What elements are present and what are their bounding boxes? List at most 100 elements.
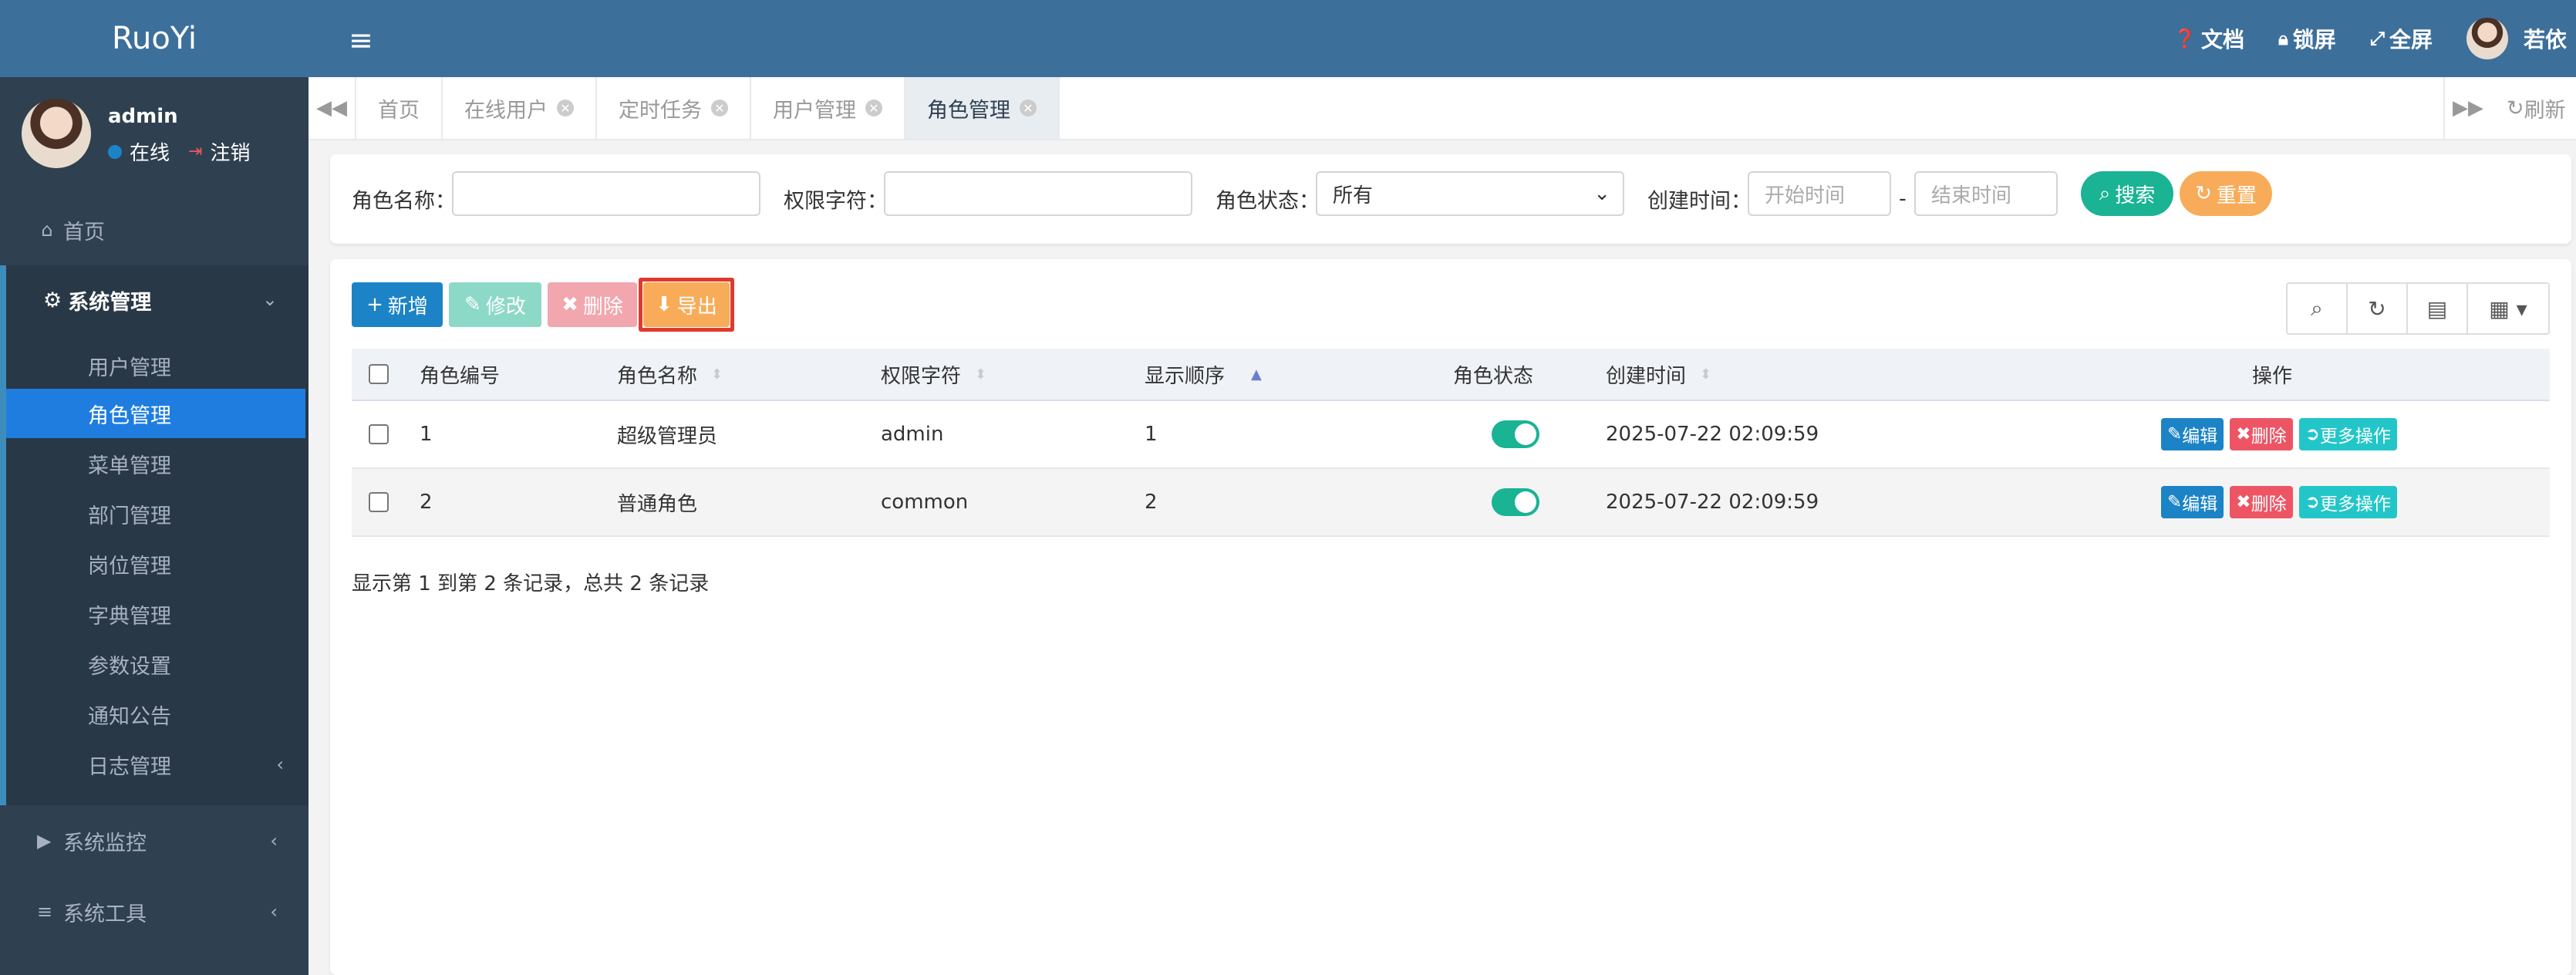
tabs-scroll-right-icon[interactable]: ▶▶ [2443,77,2491,139]
edit-button[interactable]: ✎ 修改 [449,282,541,327]
role-status-select[interactable]: 所有 ⌄ [1316,171,1624,216]
sidebar-item-config[interactable]: 参数设置 [6,639,309,689]
sidebar-item-depts[interactable]: 部门管理 [6,489,309,538]
tab-home[interactable]: 首页 [356,77,443,139]
select-all-checkbox[interactable] [369,349,389,400]
cell-role-id: 2 [420,491,433,514]
table-row[interactable]: 2 普通角色 common 2 2025-07-22 02:09:59 ✎ 编辑 … [352,469,2550,537]
refresh-table-icon[interactable]: ↻ [2348,284,2408,333]
tab-online-users[interactable]: 在线用户 ✕ [443,77,597,139]
column-create-time[interactable]: 创建时间 ⬍ [1606,349,1711,400]
brand-logo[interactable]: RuoYi [0,0,309,77]
row-delete-button[interactable]: ✖ 删除 [2230,486,2293,518]
close-icon[interactable]: ✕ [865,100,882,116]
sidebar-item-label: 系统监控 [63,831,147,855]
avatar[interactable] [22,99,91,168]
tab-user-management[interactable]: 用户管理 ✕ [751,77,905,139]
column-label: 显示顺序 [1145,364,1226,388]
sidebar-item-posts[interactable]: 岗位管理 [6,539,309,589]
sidebar-item-monitor[interactable]: ▶ 系统监控 ‹ [0,816,309,865]
sidebar-item-logs[interactable]: 日志管理 ‹ [6,740,309,789]
sidebar-item-home[interactable]: ⌂ 首页 [0,210,309,250]
sidebar-item-roles[interactable]: 角色管理 [6,389,305,438]
role-key-label: 权限字符： [784,189,888,214]
row-more-button[interactable]: ➲ 更多操作 [2298,418,2397,450]
fullscreen-link[interactable]: ⤢ 全屏 [2370,23,2433,54]
plus-icon: + [366,293,383,316]
tab-scheduled-jobs[interactable]: 定时任务 ✕ [597,77,751,139]
refresh-tab-button[interactable]: ↻ 刷新 [2491,77,2576,139]
close-icon[interactable]: ✕ [1020,100,1037,116]
toggle-search-icon[interactable]: ⌕ [2288,284,2348,333]
user-profile: admin 在线 ⇥ 注销 [22,99,299,176]
docs-link[interactable]: ❓ 文档 [2173,23,2244,54]
role-key-input[interactable] [884,171,1192,216]
row-checkbox[interactable] [369,401,389,467]
header-username: 若依 [2523,27,2567,52]
row-more-button[interactable]: ➲ 更多操作 [2298,486,2397,518]
row-more-label: 更多操作 [2319,494,2391,514]
sidebar-item-label: 系统工具 [63,902,147,926]
cell-order: 2 [1145,491,1158,514]
column-order[interactable]: 显示顺序 ▲ [1145,349,1262,400]
logout-icon[interactable]: ⇥ [188,142,202,161]
header-links: ❓ 文档 🔒︎ 锁屏 ⤢ 全屏 若依 [2173,0,2576,77]
checkbox-icon [369,424,389,444]
row-edit-button[interactable]: ✎ 编辑 [2161,418,2224,450]
close-icon[interactable]: ✕ [557,100,574,116]
user-menu[interactable]: 若依 [2466,18,2567,59]
row-edit-button[interactable]: ✎ 编辑 [2161,486,2224,518]
delete-button[interactable]: ✖ 删除 [548,282,637,327]
gear-icon: ⚙ [43,288,62,312]
search-form: 角色名称： 权限字符： 角色状态： 所有 ⌄ 创建时间： 开始时间 - 结束时间… [330,154,2571,244]
home-icon: ⌂ [41,219,53,241]
sidebar-item-users[interactable]: 用户管理 [6,341,309,390]
refresh-icon: ↻ [2507,96,2524,120]
add-button[interactable]: + 新增 [352,282,443,327]
sidebar-item-dicts[interactable]: 字典管理 [6,589,309,639]
column-role-id[interactable]: 角色编号 [420,349,500,400]
checkbox-icon [369,492,389,512]
column-role-name[interactable]: 角色名称 ⬍ [617,349,723,400]
column-status: 角色状态 [1453,349,1533,400]
sort-icon: ⬍ [711,366,723,383]
status-toggle[interactable] [1492,401,1539,467]
columns-icon[interactable]: ▦ ▾ [2468,284,2548,333]
status-toggle[interactable] [1492,469,1539,535]
chevron-left-icon: ‹ [270,901,278,923]
toggle-view-icon[interactable]: ▤ [2408,284,2468,333]
cell-role-name: 超级管理员 [617,424,718,448]
cell-role-key: common [881,491,969,514]
table-row[interactable]: 1 超级管理员 admin 1 2025-07-22 02:09:59 ✎ 编辑 … [352,401,2550,469]
menu-toggle-icon[interactable]: ≡ [349,23,373,57]
row-more-label: 更多操作 [2319,427,2391,447]
docs-label: 文档 [2200,27,2244,52]
column-label: 操作 [2252,364,2293,388]
reset-button[interactable]: ↻ 重置 [2180,171,2272,216]
column-role-key[interactable]: 权限字符 ⬍ [881,349,986,400]
row-checkbox[interactable] [369,469,389,535]
role-name-input[interactable] [452,171,760,216]
start-time-input[interactable]: 开始时间 [1748,171,1891,216]
search-button[interactable]: ⌕ 搜索 [2081,171,2173,216]
sidebar-item-tools[interactable]: ≡ 系统工具 ‹ [0,887,309,936]
export-highlight [639,278,734,332]
edit-button-label: 修改 [485,295,526,319]
end-time-input[interactable]: 结束时间 [1914,171,2058,216]
cell-role-name: 普通角色 [617,492,698,516]
logout-link[interactable]: 注销 [210,137,250,166]
sort-icon: ⬍ [1700,366,1712,383]
sidebar-item-notices[interactable]: 通知公告 [6,690,309,739]
row-delete-button[interactable]: ✖ 删除 [2230,418,2293,450]
close-icon[interactable]: ✕ [711,100,728,116]
user-name: admin [108,105,178,128]
remove-icon: ✖ [2236,492,2251,512]
sidebar-item-menus[interactable]: 菜单管理 [6,439,309,488]
sort-icon: ⬍ [975,366,987,383]
tab-role-management[interactable]: 角色管理 ✕ [905,77,1060,139]
lock-screen-link[interactable]: 🔒︎ 锁屏 [2278,23,2336,54]
table-tools: ⌕ ↻ ▤ ▦ ▾ [2286,282,2550,335]
tabs-scroll-left-icon[interactable]: ◀◀ [309,77,356,139]
sidebar-item-system[interactable]: ⚙ 系统管理 [43,285,151,315]
question-icon: ❓ [2173,28,2197,49]
